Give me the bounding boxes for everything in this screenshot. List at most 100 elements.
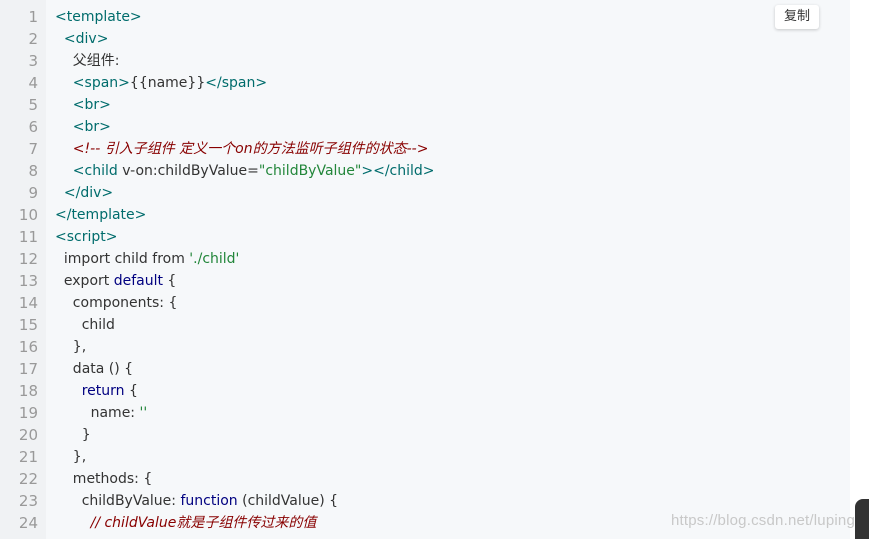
code-token: <br> [55, 97, 111, 113]
code-token: // childValue就是子组件传过来的值 [55, 515, 317, 531]
line-number: 14 [18, 294, 38, 312]
code-line: 3 父组件: [0, 50, 850, 72]
code-line: 14 components: { [0, 292, 850, 314]
code-line: 18 return { [0, 380, 850, 402]
code-token: '' [139, 405, 148, 421]
code-token: name: [55, 405, 140, 421]
code-token: <br> [55, 119, 111, 135]
line-number: 4 [28, 74, 38, 92]
code-line: 10 </template> [0, 204, 850, 226]
line-number: 13 [18, 272, 38, 290]
code-line: 12 import child from './child' [0, 248, 850, 270]
line-number: 16 [18, 338, 38, 356]
code-token: <span> [55, 75, 130, 91]
watermark: https://blog.csdn.net/luping [670, 512, 855, 529]
code-token: <div> [55, 31, 109, 47]
code-text: <br> [55, 94, 111, 116]
code-line: 9 </div> [0, 182, 850, 204]
line-number: 1 [28, 8, 38, 26]
code-line: 13 export default { [0, 270, 850, 292]
code-token: }, [55, 449, 87, 465]
code-text: <span>{{name}}</span> [55, 72, 267, 94]
code-token: "childByValue" [258, 163, 362, 179]
line-number: 24 [18, 514, 38, 532]
line-number: 23 [18, 492, 38, 510]
code-token: </span> [205, 75, 268, 91]
code-text: <child v-on:childByValue="childByValue">… [55, 160, 435, 182]
code-text: <script> [55, 226, 117, 248]
code-text: return { [55, 380, 138, 402]
line-number: 11 [18, 228, 38, 246]
code-line: 23 childByValue: function (childValue) { [0, 490, 850, 512]
line-number: 10 [18, 206, 38, 224]
code-text: childByValue: function (childValue) { [55, 490, 338, 512]
code-token: export [55, 273, 114, 289]
code-line: 7 <!-- 引入子组件 定义一个on的方法监听子组件的状态--> [0, 138, 850, 160]
code-token: v-on:childByValue= [122, 163, 259, 179]
code-line: 11 <script> [0, 226, 850, 248]
code-token: child [55, 317, 115, 333]
code-text: import child from './child' [55, 248, 240, 270]
code-line: 8 <child v-on:childByValue="childByValue… [0, 160, 850, 182]
code-token: (childValue) { [237, 493, 339, 509]
code-token: childByValue: [55, 493, 181, 509]
line-number: 22 [18, 470, 38, 488]
code-text: </template> [55, 204, 146, 226]
code-token: } [55, 427, 91, 443]
code-token: { [162, 273, 177, 289]
line-number: 5 [28, 96, 38, 114]
code-token: 父组件: [55, 53, 120, 69]
code-line: 15 child [0, 314, 850, 336]
line-number: 20 [18, 426, 38, 444]
code-text: <br> [55, 116, 111, 138]
code-line: 1 <template> [0, 6, 850, 28]
line-number: 18 [18, 382, 38, 400]
code-text: name: '' [55, 402, 148, 424]
line-number: 6 [28, 118, 38, 136]
line-number: 17 [18, 360, 38, 378]
code-line: 21 }, [0, 446, 850, 468]
line-number: 3 [28, 52, 38, 70]
code-line: 6 <br> [0, 116, 850, 138]
code-block: 1 <template> 2 <div> 3 父组件: 4 <span>{{name}}… [0, 0, 850, 539]
code-lines: 1 <template> 2 <div> 3 父组件: 4 <span>{{name}}… [0, 6, 850, 534]
code-token: {{name}} [129, 75, 206, 91]
code-token: function [180, 493, 238, 509]
code-text: <div> [55, 28, 109, 50]
line-number: 7 [28, 140, 38, 158]
code-text: child [55, 314, 115, 336]
copy-button[interactable]: 复制 [775, 5, 819, 29]
code-text: }, [55, 336, 86, 358]
line-number: 21 [18, 448, 38, 466]
code-text: } [55, 424, 91, 446]
code-text: <template> [55, 6, 142, 28]
code-token: </div> [55, 185, 114, 201]
code-token: ></child> [361, 163, 435, 179]
line-number: 15 [18, 316, 38, 334]
code-token: <child [55, 163, 123, 179]
line-number: 12 [18, 250, 38, 268]
code-text: <!-- 引入子组件 定义一个on的方法监听子组件的状态--> [55, 138, 429, 160]
code-token: { [124, 383, 138, 399]
line-number: 19 [18, 404, 38, 422]
code-text: data () { [55, 358, 133, 380]
code-token: import child from [55, 251, 190, 267]
code-text: 父组件: [55, 50, 120, 72]
code-line: 4 <span>{{name}}</span> [0, 72, 850, 94]
code-token: components: { [55, 295, 178, 311]
scroll-handle[interactable] [855, 499, 869, 539]
line-number: 9 [28, 184, 38, 202]
code-line: 5 <br> [0, 94, 850, 116]
line-number: 2 [28, 30, 38, 48]
code-token: methods: { [55, 471, 153, 487]
code-line: 19 name: '' [0, 402, 850, 424]
code-token: }, [55, 339, 87, 355]
code-token: default [113, 273, 163, 289]
code-token: <template> [55, 9, 142, 25]
code-line: 22 methods: { [0, 468, 850, 490]
code-token: <script> [55, 229, 118, 245]
code-text: </div> [55, 182, 113, 204]
code-text: }, [55, 446, 86, 468]
code-token: data () { [55, 361, 134, 377]
